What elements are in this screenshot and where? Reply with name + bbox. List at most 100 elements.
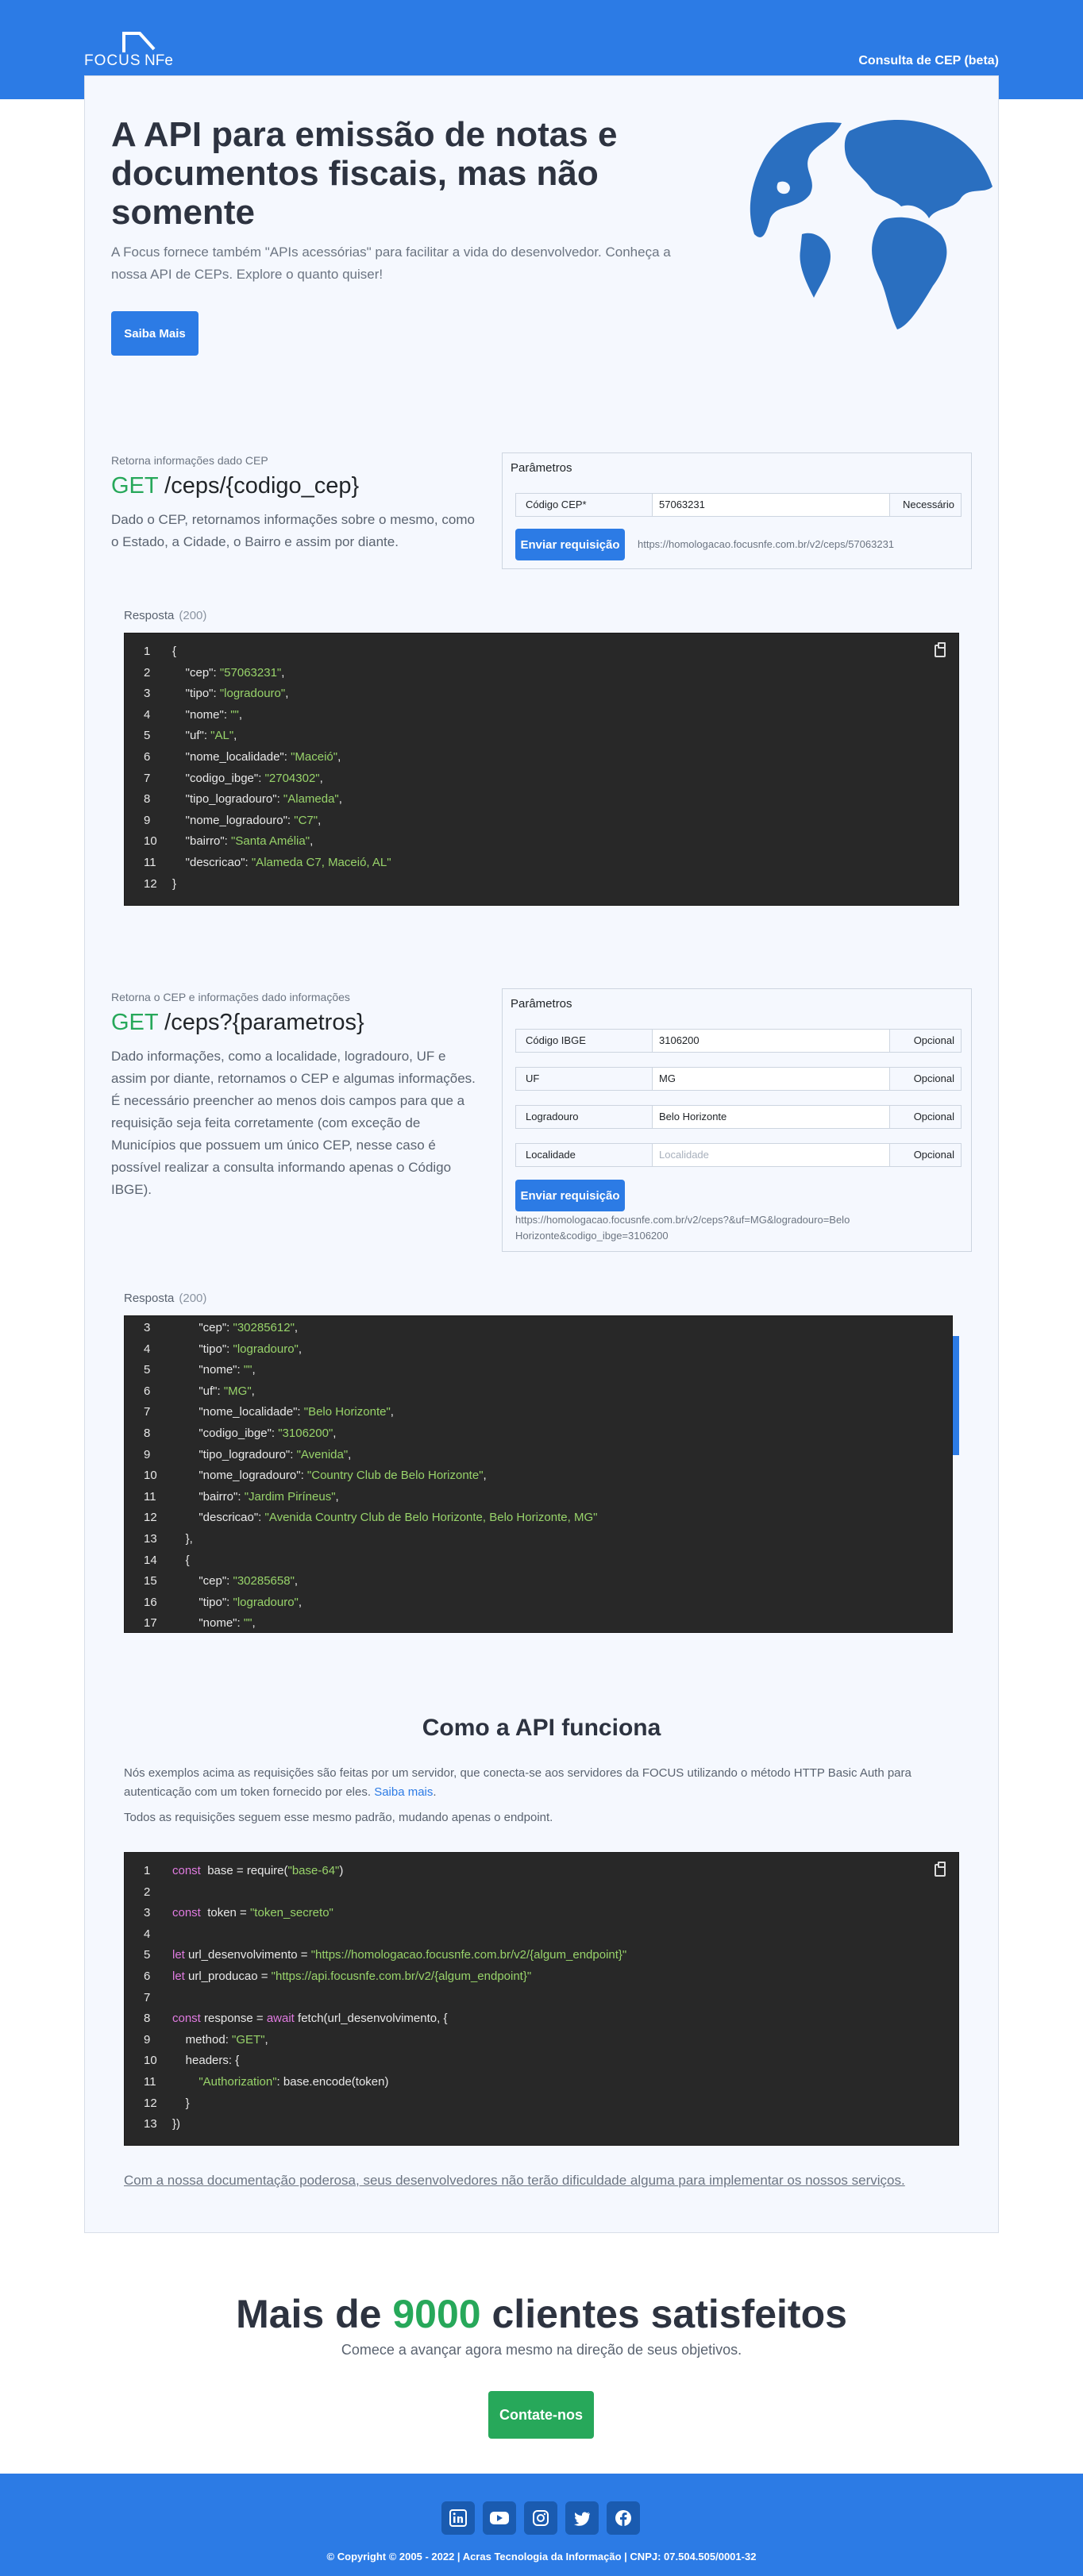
ceps-params-title: Parâmetros <box>511 997 572 1011</box>
cep-kicker: Retorna informações dado CEP <box>111 454 268 467</box>
line-number: 9 <box>144 1447 151 1461</box>
cep-input[interactable] <box>653 494 891 516</box>
json-punct: , <box>285 687 289 701</box>
youtube-icon[interactable] <box>483 2501 516 2535</box>
ceps-param-row: Código IBGE Opcional <box>515 1029 962 1053</box>
nav-consulta-cep-link[interactable]: Consulta de CEP (beta) <box>858 54 999 68</box>
ceps-response-text: Resposta <box>124 1292 175 1305</box>
ceps-request-url: https://homologacao.focusnfe.com.br/v2/c… <box>515 1214 850 1242</box>
line-number: 4 <box>144 1342 151 1356</box>
line-number: 5 <box>144 1948 151 1962</box>
json-key: "tipo_logradouro": <box>172 792 283 807</box>
contate-nos-button[interactable]: Contate-nos <box>488 2391 594 2439</box>
code-text: } <box>172 2096 190 2110</box>
code-line: 7 <box>134 1988 958 2009</box>
json-punct: , <box>298 1595 303 1609</box>
how-paragraph-2: Todos as requisições seguem esse mesmo p… <box>124 1811 553 1824</box>
code-line: 3 "tipo": "logradouro", <box>134 683 958 705</box>
ceps-param-input[interactable] <box>653 1068 891 1090</box>
line-number: 12 <box>144 876 157 891</box>
json-key: "descricao": <box>172 855 252 869</box>
json-value: "logradouro" <box>233 1342 299 1356</box>
code-line: 14 { <box>134 1550 952 1572</box>
json-key: "nome": <box>172 1363 244 1377</box>
json-value: "logradouro" <box>219 687 286 701</box>
facebook-icon[interactable] <box>607 2501 640 2535</box>
code-line: 1{ <box>134 641 958 663</box>
cep-send-button[interactable]: Enviar requisição <box>515 529 625 560</box>
ceps-param-row: Localidade Opcional <box>515 1143 962 1167</box>
code-text: { <box>172 645 177 658</box>
code-text: , <box>264 2032 268 2047</box>
focus-nfe-logo[interactable]: FOCUS NFe <box>84 30 187 70</box>
json-key: "uf": <box>172 729 211 743</box>
ceps-param-input[interactable] <box>653 1106 891 1128</box>
ceps-send-button[interactable]: Enviar requisição <box>515 1180 625 1211</box>
json-value: "AL" <box>210 729 234 743</box>
json-key: "nome_localidade": <box>172 749 291 764</box>
ceps-param-input[interactable] <box>653 1144 891 1166</box>
saiba-mais-link[interactable]: Saiba mais <box>374 1785 433 1799</box>
line-number: 2 <box>144 1885 151 1899</box>
ceps-param-input[interactable] <box>653 1030 891 1052</box>
code-line: 6 "nome_localidade": "Maceió", <box>134 747 958 768</box>
code-text: token = <box>200 1906 250 1920</box>
code-line: 4 <box>134 1924 958 1946</box>
json-key: "nome_logradouro": <box>172 813 295 827</box>
ceps-method: GET <box>111 1010 159 1035</box>
json-punct: , <box>319 771 323 785</box>
documentation-link[interactable]: Com a nossa documentação poderosa, seus … <box>124 2173 905 2189</box>
logo-mark-icon <box>122 32 156 52</box>
code-string: "GET" <box>232 2032 265 2047</box>
how-title: Como a API funciona <box>422 1715 661 1741</box>
how-p1-text: Nós exemplos acima as requisições são fe… <box>124 1766 911 1799</box>
line-number: 1 <box>144 645 151 658</box>
linkedin-icon[interactable] <box>441 2501 475 2535</box>
saiba-mais-button[interactable]: Saiba Mais <box>111 311 198 356</box>
code-text: response = <box>200 2012 267 2026</box>
cep-endpoint-title: GET /ceps/{codigo_cep} <box>111 473 359 499</box>
period: . <box>433 1785 437 1799</box>
json-punct: , <box>337 749 341 764</box>
copy-icon[interactable] <box>935 642 946 657</box>
copy-icon[interactable] <box>935 1862 946 1877</box>
ceps-param-row: UF Opcional <box>515 1067 962 1091</box>
code-keyword: const <box>172 1906 201 1920</box>
json-punct: , <box>483 1469 487 1483</box>
line-number: 1 <box>144 1864 151 1877</box>
json-value: "" <box>230 707 239 722</box>
clients-subtitle: Comece a avançar agora mesmo na direção … <box>341 2342 742 2358</box>
code-text: ) <box>339 1864 344 1877</box>
line-number: 8 <box>144 1426 151 1440</box>
json-value: "" <box>243 1363 252 1377</box>
line-number: 6 <box>144 1969 151 1983</box>
instagram-icon[interactable] <box>524 2501 557 2535</box>
ceps-response-label: Resposta (200) <box>124 1292 206 1305</box>
ceps-param-label: UF <box>516 1068 653 1090</box>
code-string: "https://api.focusnfe.com.br/v2/{algum_e… <box>271 1969 532 1983</box>
auth-code-block: 1 const base = require("base-64") 2 3 const … <box>124 1852 959 2146</box>
code-text: }) <box>172 2117 181 2131</box>
json-key: "tipo": <box>172 1595 233 1609</box>
line-number: 7 <box>144 1405 151 1419</box>
ceps-param-optional: Opcional <box>889 1068 961 1090</box>
hero-subtitle: A Focus fornece também "APIs acessórias"… <box>111 245 671 282</box>
code-line: 2 "cep": "57063231", <box>134 663 958 684</box>
code-line: 5 "nome": "", <box>134 1360 952 1381</box>
line-number: 3 <box>144 687 151 701</box>
json-value: "MG" <box>223 1384 252 1398</box>
ceps-param-optional: Opcional <box>889 1030 961 1052</box>
cep-params-title: Parâmetros <box>511 461 572 475</box>
ceps-description: Dado informações, como a localidade, log… <box>111 1049 476 1197</box>
ceps-response-code-block[interactable]: 3 "cep": "30285612", 4 "tipo": "logradour… <box>124 1315 953 1633</box>
line-number: 12 <box>144 2096 157 2110</box>
clients-number: 9000 <box>392 2292 481 2336</box>
code-keyword: const <box>172 1864 201 1877</box>
code-line: 9 "nome_logradouro": "C7", <box>134 811 958 832</box>
code-line: 5 let url_desenvolvimento = "https://homo… <box>134 1945 958 1966</box>
line-number: 16 <box>144 1595 157 1609</box>
ceps-param-label: Logradouro <box>516 1106 653 1128</box>
code-scrollbar[interactable] <box>953 1336 959 1455</box>
twitter-icon[interactable] <box>565 2501 599 2535</box>
ceps-param-label: Código IBGE <box>516 1030 653 1052</box>
